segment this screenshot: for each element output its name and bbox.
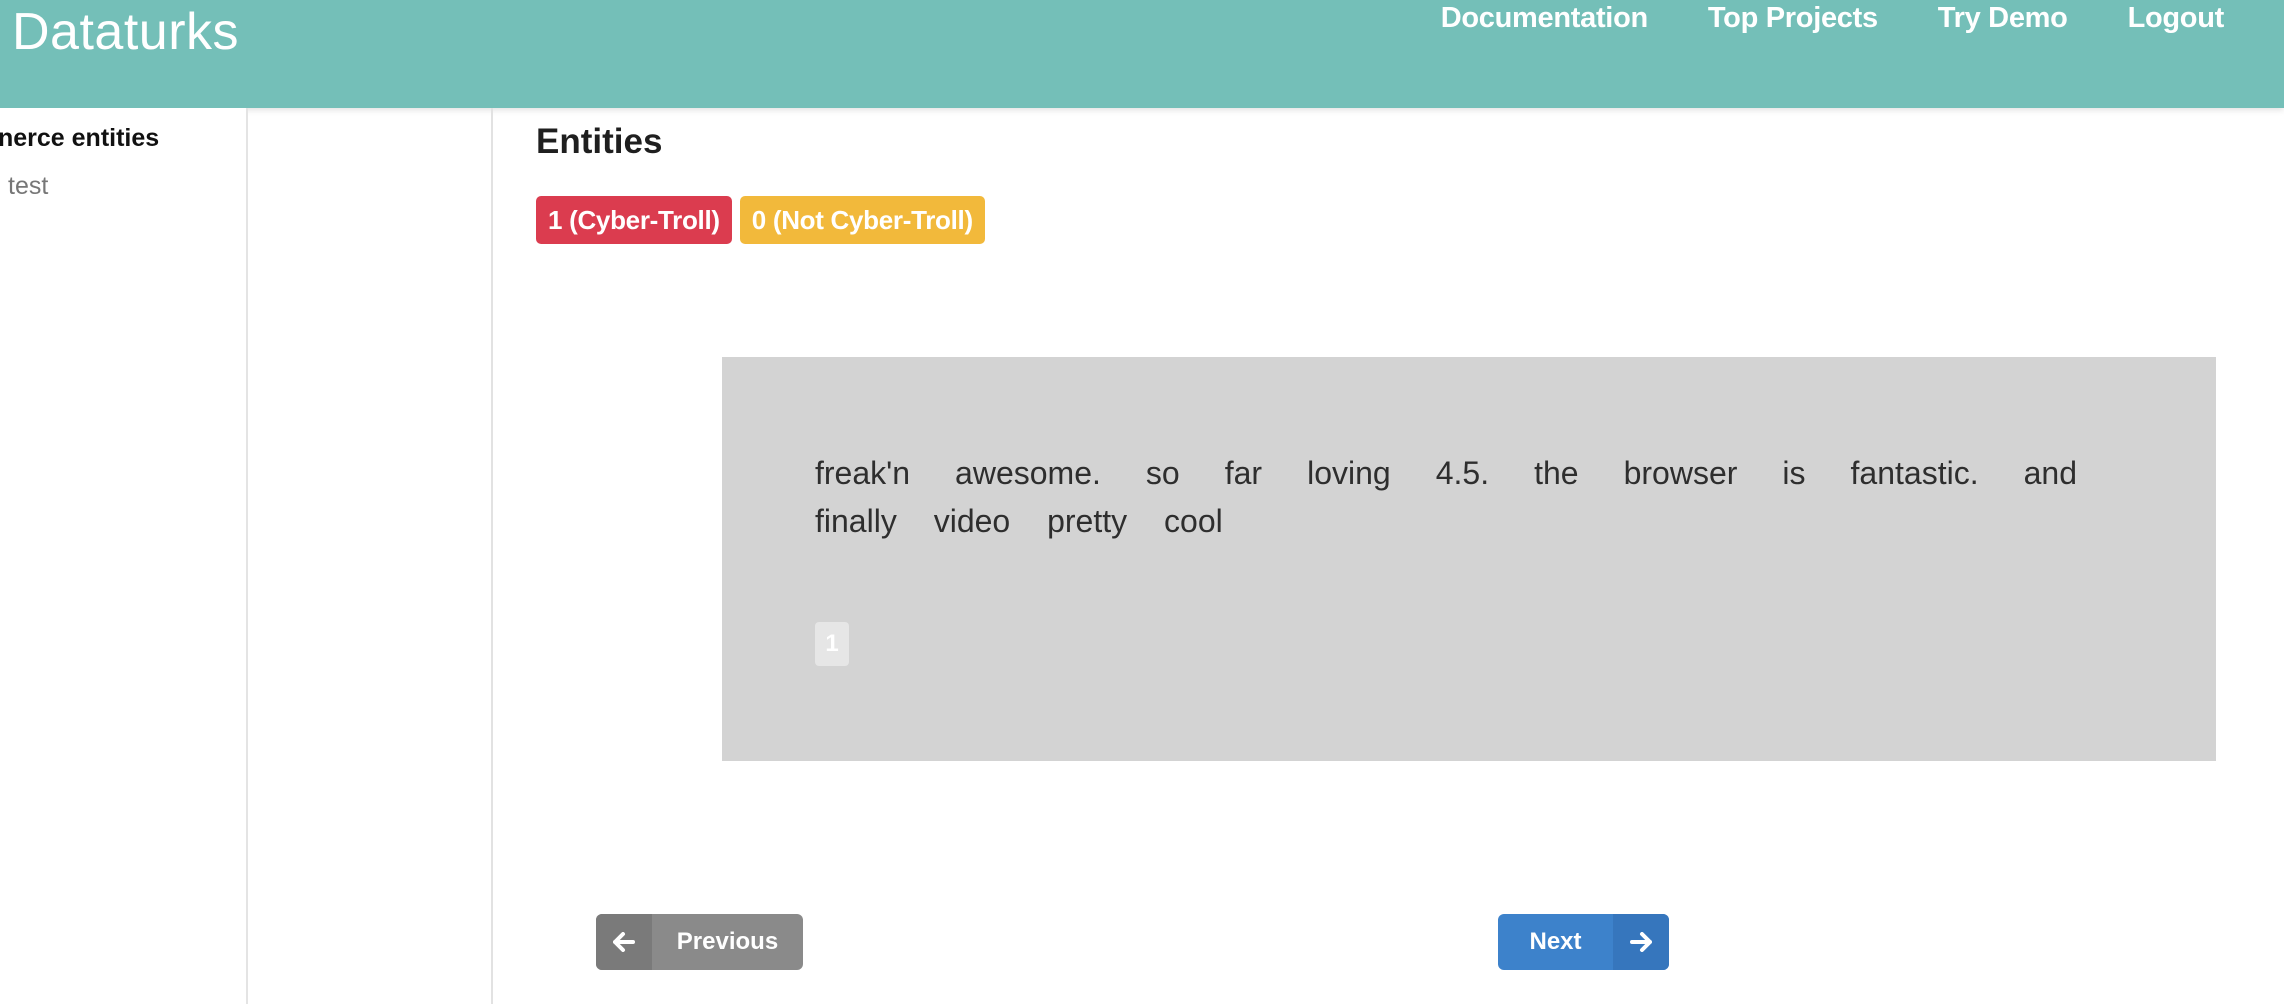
brand-logo[interactable]: Dataturks — [12, 2, 239, 62]
label-not-cyber-troll[interactable]: 0 (Not Cyber-Troll) — [739, 196, 985, 244]
content-divider — [491, 108, 493, 1004]
sidebar-project-title[interactable]: nerce entities — [0, 124, 159, 153]
top-navbar: Dataturks Documentation Top Projects Try… — [0, 0, 2284, 108]
entity-labels: 1 (Cyber-Troll) 0 (Not Cyber-Troll) — [536, 196, 985, 244]
sidebar: nerce entities test — [0, 108, 248, 1004]
previous-button-label: Previous — [676, 928, 779, 955]
document-card: freak'n awesome. so far loving 4.5. the … — [722, 357, 2216, 761]
label-cyber-troll[interactable]: 1 (Cyber-Troll) — [536, 196, 732, 244]
sidebar-project-subtitle[interactable]: test — [8, 172, 48, 201]
top-nav: Documentation Top Projects Try Demo Logo… — [1441, 2, 2225, 35]
page-number-badge: 1 — [815, 622, 849, 666]
nav-try-demo[interactable]: Try Demo — [1938, 2, 2068, 35]
previous-button[interactable]: Previous — [596, 914, 803, 970]
document-text[interactable]: freak'n awesome. so far loving 4.5. the … — [815, 449, 2077, 545]
arrow-left-icon — [596, 914, 652, 970]
next-button[interactable]: Next — [1498, 914, 1669, 970]
next-button-label: Next — [1529, 928, 1582, 955]
entities-heading: Entities — [536, 122, 663, 161]
arrow-right-icon — [1613, 914, 1669, 970]
nav-logout[interactable]: Logout — [2128, 2, 2225, 35]
nav-documentation[interactable]: Documentation — [1441, 2, 1648, 35]
nav-top-projects[interactable]: Top Projects — [1708, 2, 1878, 35]
